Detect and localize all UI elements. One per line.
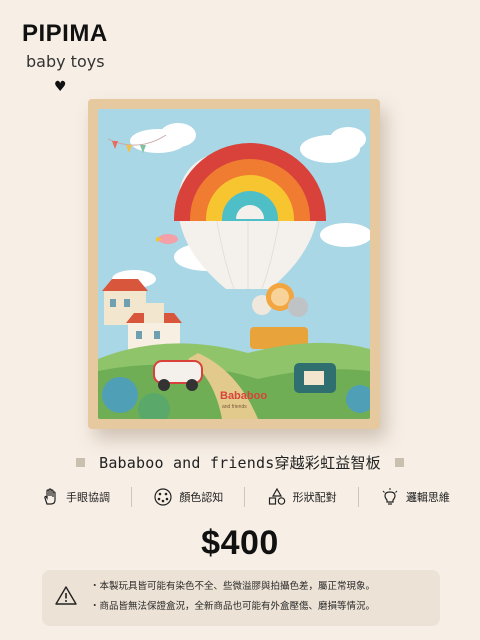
shapes-icon	[268, 487, 285, 505]
divider	[131, 487, 133, 507]
product-image: Bababoo and friends	[88, 99, 380, 429]
notice-box: ・本製玩具皆可能有染色不全、些微溢膠與拍攝色差，屬正常現象。 ・商品皆無法保證盒…	[42, 570, 440, 626]
square-icon	[394, 458, 404, 467]
feature-list: 手眼協調 顏色認知 形狀配對 邏輯思維	[40, 487, 450, 507]
product-title-row: Bababoo and friends穿越彩虹益智板	[0, 452, 480, 473]
feature-label: 顏色認知	[179, 491, 224, 504]
heart-icon: ♥	[54, 79, 67, 95]
feature-hand-eye: 手眼協調	[40, 487, 110, 507]
feature-label: 邏輯思維	[405, 491, 450, 504]
brand-subtitle: baby toys	[26, 52, 105, 71]
lightbulb-icon	[382, 488, 398, 505]
feature-logic: 邏輯思維	[380, 487, 450, 507]
brand-block: PIPIMA baby toys	[22, 20, 108, 71]
divider	[357, 487, 359, 507]
notice-line: ・商品皆無法保證盒況，全新商品也可能有外盒壓傷、磨損等情況。	[90, 601, 376, 612]
feature-label: 形狀配對	[292, 491, 337, 504]
brand-title: PIPIMA	[22, 20, 108, 47]
notice-line: ・本製玩具皆可能有染色不全、些微溢膠與拍攝色差，屬正常現象。	[90, 581, 376, 592]
square-icon	[76, 458, 86, 467]
price: $400	[201, 524, 279, 562]
feature-color: 顏色認知	[153, 487, 223, 507]
palette-icon	[154, 488, 172, 506]
board-logo: Bababoo	[220, 390, 267, 402]
divider	[244, 487, 246, 507]
feature-label: 手眼協調	[66, 491, 110, 504]
hand-icon	[44, 488, 56, 505]
product-title: Bababoo and friends穿越彩虹益智板	[99, 454, 381, 472]
feature-shape: 形狀配對	[267, 487, 337, 507]
board-logo-sub: and friends	[222, 404, 247, 410]
warning-icon	[55, 586, 77, 605]
